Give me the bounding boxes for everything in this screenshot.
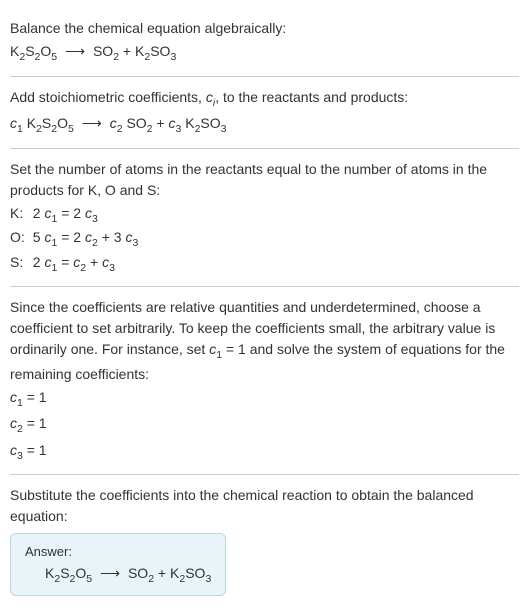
section-problem: Balance the chemical equation algebraica… — [10, 8, 519, 77]
eq-sub: 3 — [205, 573, 211, 585]
var-sub: 3 — [92, 212, 98, 224]
eq-text: = — [57, 229, 73, 245]
atom-eq-row: O: 5 c1 = 2 c2 + 3 c3 — [10, 227, 146, 252]
eq-text: + — [119, 43, 135, 59]
eq-text: + — [86, 254, 102, 270]
atom-eq-table: K: 2 c1 = 2 c3 O: 5 c1 = 2 c2 + 3 c3 S: … — [10, 203, 146, 277]
atom-eq-row: S: 2 c1 = c2 + c3 — [10, 252, 146, 277]
var-c: c — [85, 229, 92, 245]
eq-text: SO — [128, 565, 148, 581]
problem-title: Balance the chemical equation algebraica… — [10, 18, 519, 39]
eq-text: O — [57, 115, 68, 131]
atom-eq-row: K: 2 c1 = 2 c3 — [10, 203, 146, 228]
var-c: c — [85, 205, 92, 221]
eq-text: SO — [150, 43, 170, 59]
atom-label: O: — [10, 227, 33, 252]
eq-text: S — [60, 565, 69, 581]
eq-text: K — [135, 43, 144, 59]
eq-text: = — [57, 254, 73, 270]
eq-text: K — [27, 115, 36, 131]
var-c: c — [206, 89, 213, 105]
eq-text: SO — [200, 115, 220, 131]
eq-text: = 1 — [23, 415, 47, 431]
eq-text: = 1 — [23, 442, 47, 458]
eq-sub: 3 — [170, 51, 176, 63]
solve-eq: c1 = 1 — [10, 387, 519, 412]
eq-text: 5 — [33, 229, 45, 245]
eq-text: 2 — [33, 205, 45, 221]
eq-text: S — [42, 115, 51, 131]
coef-equation: c1 K2S2O5 ⟶ c2 SO2 + c3 K2SO3 — [10, 113, 519, 138]
section-atom-equations: Set the number of atoms in the reactants… — [10, 149, 519, 288]
eq-text: S — [25, 43, 34, 59]
eq-text: O — [75, 565, 86, 581]
eq-text: K — [185, 115, 194, 131]
atom-eq: 2 c1 = c2 + c3 — [33, 252, 147, 277]
eq-text: SO — [93, 43, 113, 59]
eq-sub: 5 — [51, 51, 57, 63]
solve-text: Since the coefficients are relative quan… — [10, 297, 519, 385]
atom-label: K: — [10, 203, 33, 228]
arrow-icon: ⟶ — [61, 43, 89, 59]
eq-text: K — [170, 565, 179, 581]
eq-text: + — [153, 115, 169, 131]
eq-text: K — [10, 43, 19, 59]
eq-sub: 5 — [68, 123, 74, 135]
answer-title: Substitute the coefficients into the che… — [10, 485, 519, 527]
atom-eq: 5 c1 = 2 c2 + 3 c3 — [33, 227, 147, 252]
eq-text: + — [98, 229, 114, 245]
var-c: c — [10, 389, 17, 405]
title-text: , to the reactants and products: — [215, 89, 408, 105]
solve-eq: c3 = 1 — [10, 440, 519, 465]
var-sub: 3 — [132, 237, 138, 249]
eq-text: K — [45, 565, 54, 581]
problem-equation: K2S2O5 ⟶ SO2 + K2SO3 — [10, 41, 519, 66]
eq-sub: 3 — [221, 123, 227, 135]
eq-text: 2 — [73, 229, 85, 245]
var-sub: 3 — [109, 262, 115, 274]
eq-text: 3 — [114, 229, 126, 245]
eq-text: 2 — [73, 205, 85, 221]
answer-equation: K2S2O5 ⟶ SO2 + K2SO3 — [25, 565, 211, 585]
eq-text: + — [154, 565, 170, 581]
eq-sub: 5 — [86, 573, 92, 585]
eq-text: = — [57, 205, 73, 221]
arrow-icon: ⟶ — [78, 115, 106, 131]
atom-eq: 2 c1 = 2 c3 — [33, 203, 147, 228]
arrow-icon: ⟶ — [96, 565, 124, 581]
eq-text: 2 — [33, 254, 45, 270]
section-answer: Substitute the coefficients into the che… — [10, 475, 519, 604]
eq-text: O — [40, 43, 51, 59]
section-solve: Since the coefficients are relative quan… — [10, 287, 519, 475]
var-sub: 2 — [117, 123, 123, 135]
var-sub: 1 — [17, 123, 23, 135]
add-coef-title: Add stoichiometric coefficients, ci, to … — [10, 87, 519, 112]
var-c: c — [10, 415, 17, 431]
title-text: Add stoichiometric coefficients, — [10, 89, 206, 105]
var-c: c — [10, 442, 17, 458]
atom-eq-title: Set the number of atoms in the reactants… — [10, 159, 519, 201]
solve-eq: c2 = 1 — [10, 413, 519, 438]
var-c: c — [10, 115, 17, 131]
answer-label: Answer: — [25, 544, 211, 559]
eq-text: SO — [185, 565, 205, 581]
section-add-coefficients: Add stoichiometric coefficients, ci, to … — [10, 77, 519, 149]
eq-text: SO — [126, 115, 146, 131]
eq-text: = 1 — [23, 389, 47, 405]
atom-label: S: — [10, 252, 33, 277]
var-c: c — [110, 115, 117, 131]
